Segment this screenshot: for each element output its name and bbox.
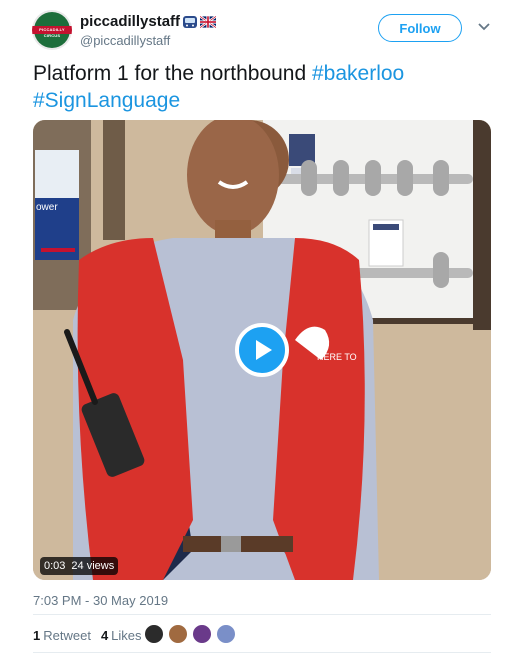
tweet-body-text: Platform 1 for the northbound [33, 62, 312, 85]
uk-flag-icon [200, 14, 217, 29]
divider-bottom [33, 652, 491, 653]
video-stats-badge: 0:03 24 views [40, 557, 119, 575]
divider-top [33, 614, 491, 615]
follow-button[interactable]: Follow [378, 14, 462, 42]
likes-count[interactable]: 4 [101, 628, 108, 643]
avatar[interactable] [168, 624, 188, 644]
display-name[interactable]: piccadillystaff [80, 13, 180, 30]
retweets-count[interactable]: 1 [33, 628, 40, 643]
video-duration: 0:03 [44, 560, 66, 572]
tweet-text: Platform 1 for the northbound #bakerloo … [33, 60, 493, 114]
tube-icon [183, 15, 198, 28]
name-line: piccadillystaff [80, 13, 217, 30]
hashtag-signlanguage[interactable]: #SignLanguage [33, 89, 180, 112]
roundel-text: PICCADILLY CIRCUS [39, 27, 65, 38]
retweets-label[interactable]: Retweet [43, 628, 91, 643]
tweet-timestamp[interactable]: 7:03 PM - 30 May 2019 [33, 593, 168, 608]
vest-badge-text: HERE TO [317, 352, 357, 362]
likes-label[interactable]: Likes [111, 628, 141, 643]
tweet-stats: 1 Retweet 4 Likes [33, 628, 142, 643]
hashtag-bakerloo[interactable]: #bakerloo [312, 62, 404, 85]
avatar[interactable] [192, 624, 212, 644]
play-icon [256, 340, 272, 360]
avatar[interactable]: PICCADILLY CIRCUS [32, 10, 72, 50]
sign-text: ower [36, 202, 58, 213]
video-views: 24 views [71, 560, 115, 572]
roundel-bar: PICCADILLY CIRCUS [32, 26, 72, 38]
likers-avatars [144, 624, 240, 644]
play-button[interactable] [235, 323, 289, 377]
avatar[interactable] [144, 624, 164, 644]
avatar[interactable] [216, 624, 236, 644]
chevron-down-icon[interactable] [477, 22, 491, 32]
user-handle[interactable]: @piccadillystaff [80, 33, 170, 48]
